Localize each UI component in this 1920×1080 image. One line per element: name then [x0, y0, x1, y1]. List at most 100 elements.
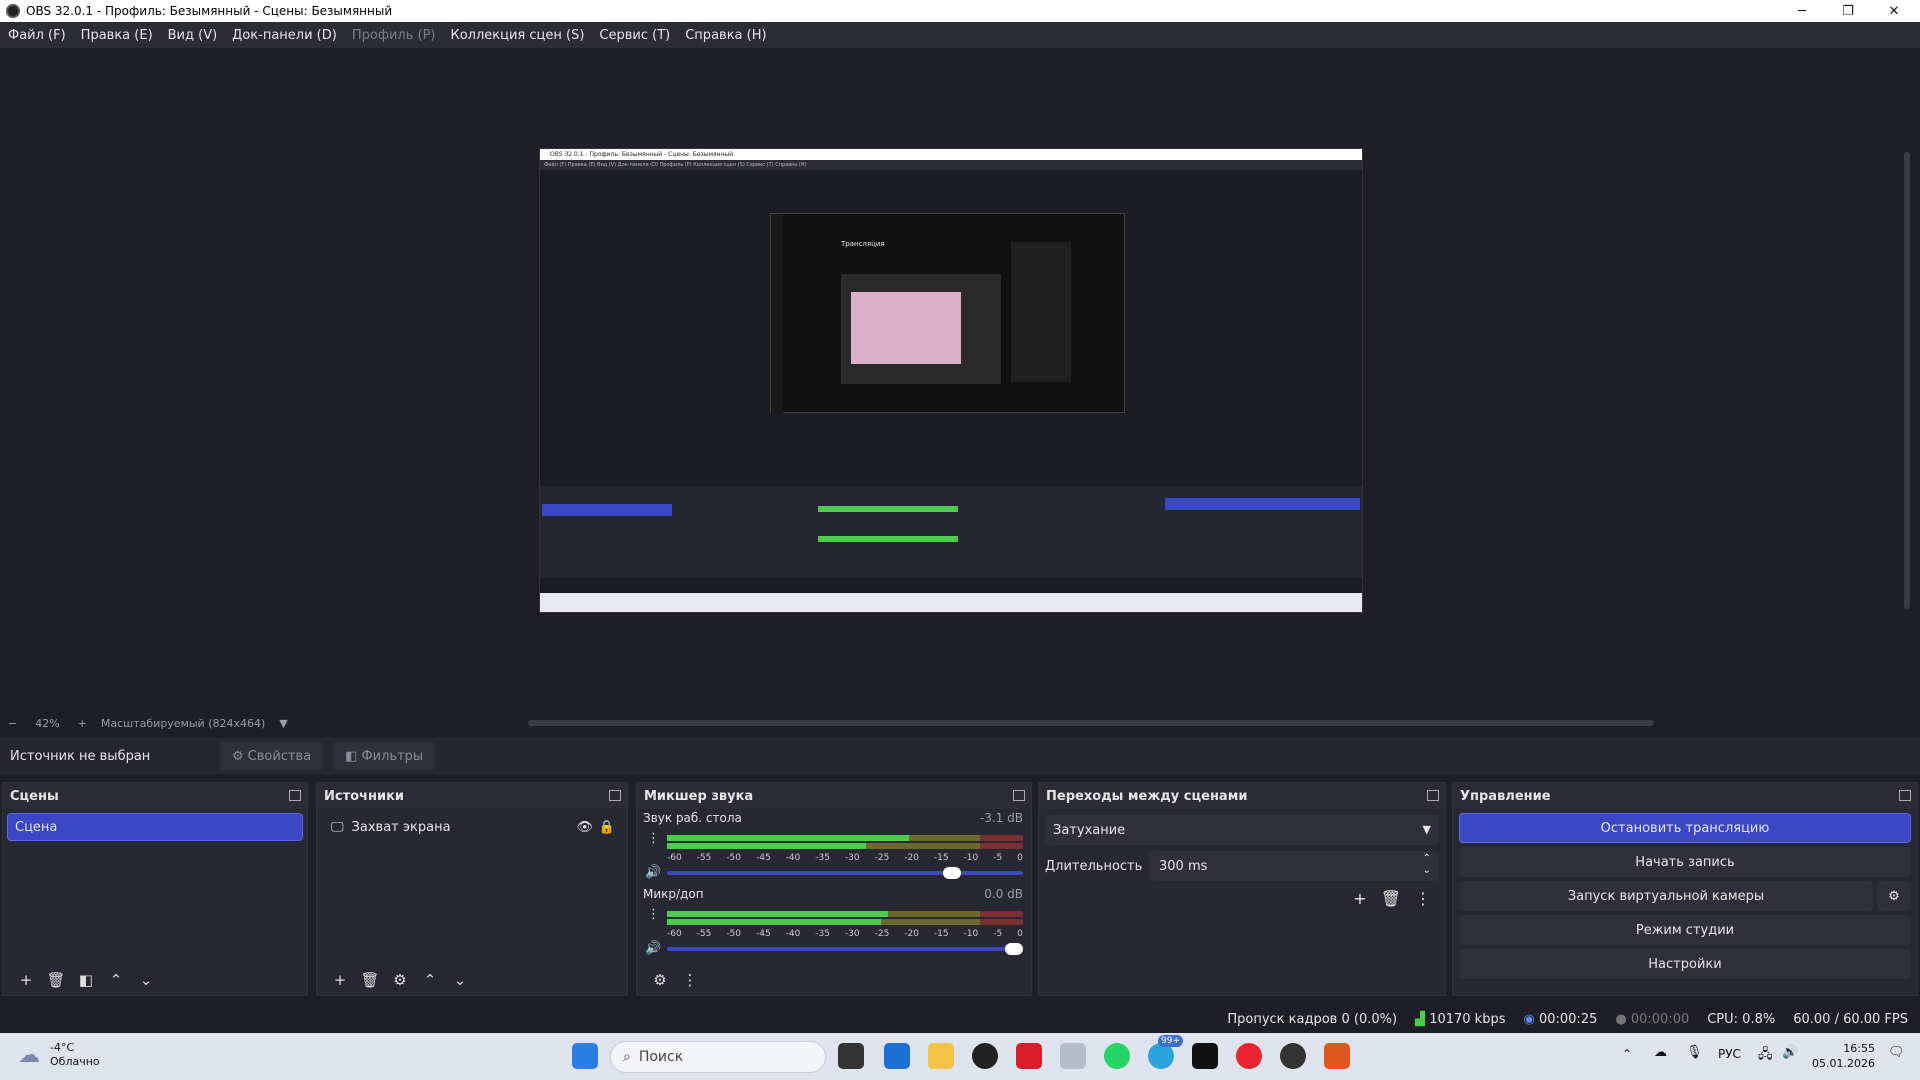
menu-tools[interactable]: Сервис (T) [599, 28, 670, 43]
menu-scene-collection[interactable]: Коллекция сцен (S) [450, 28, 584, 43]
studio-mode-button[interactable]: Режим студии [1459, 915, 1911, 945]
filters-icon[interactable]: ◧ [71, 971, 101, 989]
app-gray-icon[interactable] [1060, 1043, 1086, 1069]
bitrate-indicator: ▟ 10170 kbps [1415, 1012, 1505, 1027]
start-recording-button[interactable]: Начать запись [1459, 847, 1911, 877]
lock-icon[interactable]: 🔒 [599, 820, 615, 835]
sources-dock: Источники 🖵 Захват экрана 👁 🔒 + 🗑 ⚙ ⌃ ⌄ [316, 782, 628, 996]
weather-widget[interactable]: -4°C Облачно [50, 1041, 100, 1069]
menu-file[interactable]: Файл (F) [8, 28, 66, 43]
chevron-up-icon[interactable]: ⌃ [101, 971, 131, 989]
undock-icon[interactable] [1899, 790, 1911, 801]
menu-profile[interactable]: Профиль (P) [352, 28, 436, 43]
undock-icon[interactable] [609, 790, 621, 801]
properties-button[interactable]: ⚙ Свойства [220, 742, 324, 770]
more-icon[interactable]: ⋮ [647, 907, 660, 922]
menu-edit[interactable]: Правка (E) [81, 28, 153, 43]
add-icon[interactable]: + [325, 971, 355, 989]
maximize-button[interactable]: ❐ [1826, 0, 1870, 22]
tick: -55 [696, 853, 712, 863]
title-bar: OBS 32.0.1 - Профиль: Безымянный - Сцены… [0, 0, 1920, 22]
volume-slider-knob[interactable] [942, 867, 961, 879]
preview-nested-sidebar [771, 214, 783, 414]
gear-icon[interactable]: ⚙ [385, 971, 415, 989]
preview-canvas[interactable]: OBS 32.0.1 - Профиль: Безымянный - Сцены… [539, 148, 1363, 613]
scenes-dock: Сцены Сцена + 🗑 ◧ ⌃ ⌄ [2, 782, 308, 996]
store-icon[interactable] [884, 1043, 910, 1069]
tray-chevron-up-icon[interactable]: ⌃ [1622, 1047, 1632, 1061]
mixer-channel: Микр/доп 0.0 dB ⋮ -60 -55 -50 -45 -40 -35 -30-… [637, 885, 1031, 963]
add-icon[interactable]: + [11, 971, 41, 989]
volume-slider-knob[interactable] [1005, 943, 1023, 955]
close-button[interactable]: ✕ [1872, 0, 1916, 22]
menu-view[interactable]: Вид (V) [168, 28, 218, 43]
telegram-icon[interactable]: 99+ [1148, 1035, 1183, 1069]
more-icon[interactable]: ⋮ [1415, 889, 1431, 908]
minimize-button[interactable]: ─ [1780, 0, 1824, 22]
eye-icon[interactable]: 👁 [576, 820, 593, 835]
speaker-icon[interactable]: 🔊 [645, 865, 661, 880]
filter-icon: ◧ [345, 748, 358, 764]
meter-level-bar [667, 835, 910, 841]
folder-icon[interactable] [928, 1043, 954, 1069]
chevron-down-icon[interactable]: ⌄ [445, 971, 475, 989]
undock-icon[interactable] [1013, 790, 1025, 801]
transition-select[interactable]: Затухание ▼ [1045, 815, 1439, 845]
settings-button[interactable]: Настройки [1459, 949, 1911, 979]
taskbar-search[interactable]: ⌕ Поиск [610, 1041, 826, 1073]
preview-horizontal-scrollbar[interactable] [528, 720, 1654, 726]
menu-help[interactable]: Справка (H) [685, 28, 766, 43]
scale-mode-dropdown-icon[interactable]: ▼ [279, 717, 287, 730]
chevron-up-icon[interactable]: ⌃ [415, 971, 445, 989]
windows-start-icon[interactable] [572, 1043, 598, 1069]
chevron-down-icon[interactable]: ⌄ [131, 971, 161, 989]
meter-level-bar [667, 843, 867, 849]
undock-icon[interactable] [289, 790, 301, 801]
spin-down-icon[interactable]: ⌄ [1423, 865, 1431, 876]
network-icon[interactable]: 🖧 [1758, 1045, 1773, 1067]
zoom-in-button[interactable]: + [78, 717, 87, 730]
filters-button[interactable]: ◧ Фильтры [333, 742, 436, 770]
volume-icon[interactable]: 🔊 [1782, 1045, 1798, 1060]
clock[interactable]: 16:55 05.01.2026 [1812, 1041, 1875, 1071]
scenes-dock-header: Сцены [3, 783, 307, 809]
trash-icon[interactable]: 🗑 [41, 971, 71, 989]
cloud-tray-icon[interactable]: ☁ [1654, 1045, 1667, 1060]
volume-slider[interactable] [667, 867, 1023, 879]
virtual-camera-button[interactable]: Запуск виртуальной камеры [1459, 881, 1873, 911]
add-icon[interactable]: + [1353, 889, 1366, 908]
language-indicator[interactable]: РУС [1718, 1047, 1741, 1061]
notifications-icon[interactable]: 🗨 [1888, 1045, 1905, 1060]
undock-icon[interactable] [1427, 790, 1439, 801]
zoom-out-button[interactable]: − [8, 717, 17, 730]
whatsapp-icon[interactable] [1104, 1043, 1130, 1069]
opera-icon[interactable] [1236, 1043, 1262, 1069]
more-icon[interactable]: ⋮ [675, 971, 705, 989]
tick: 0 [1017, 929, 1023, 939]
source-item[interactable]: 🖵 Захват экрана 👁 🔒 [321, 813, 623, 841]
volume-slider[interactable] [667, 943, 1023, 955]
weather-icon[interactable]: ☁ [18, 1043, 40, 1068]
duration-input[interactable]: 300 ms ⌃ ⌄ [1149, 851, 1439, 881]
terminal-icon[interactable] [1192, 1043, 1218, 1069]
task-view-icon[interactable] [838, 1043, 864, 1069]
menu-docks[interactable]: Док-панели (D) [232, 28, 337, 43]
obs-icon[interactable] [1280, 1043, 1306, 1069]
spin-up-icon[interactable]: ⌃ [1423, 853, 1431, 864]
preview-vertical-scrollbar[interactable] [1904, 152, 1910, 609]
trash-icon[interactable]: 🗑 [1381, 889, 1401, 908]
app-red-icon[interactable] [1016, 1043, 1042, 1069]
media-player-icon[interactable] [972, 1043, 998, 1069]
more-icon[interactable]: ⋮ [647, 831, 660, 846]
trash-icon[interactable]: 🗑 [355, 971, 385, 989]
app-orange-icon[interactable] [1324, 1043, 1350, 1069]
preview-nested-docks [540, 486, 1362, 578]
weather-desc: Облачно [50, 1055, 100, 1068]
search-icon: ⌕ [623, 1049, 631, 1065]
microphone-icon[interactable]: 🎙 [1686, 1045, 1703, 1060]
stop-stream-button[interactable]: Остановить трансляцию [1459, 813, 1911, 843]
speaker-icon[interactable]: 🔊 [645, 941, 661, 956]
scene-item[interactable]: Сцена [7, 813, 303, 841]
virtual-camera-settings-button[interactable]: ⚙ [1877, 881, 1911, 911]
advanced-audio-icon[interactable]: ⚙ [645, 971, 675, 989]
